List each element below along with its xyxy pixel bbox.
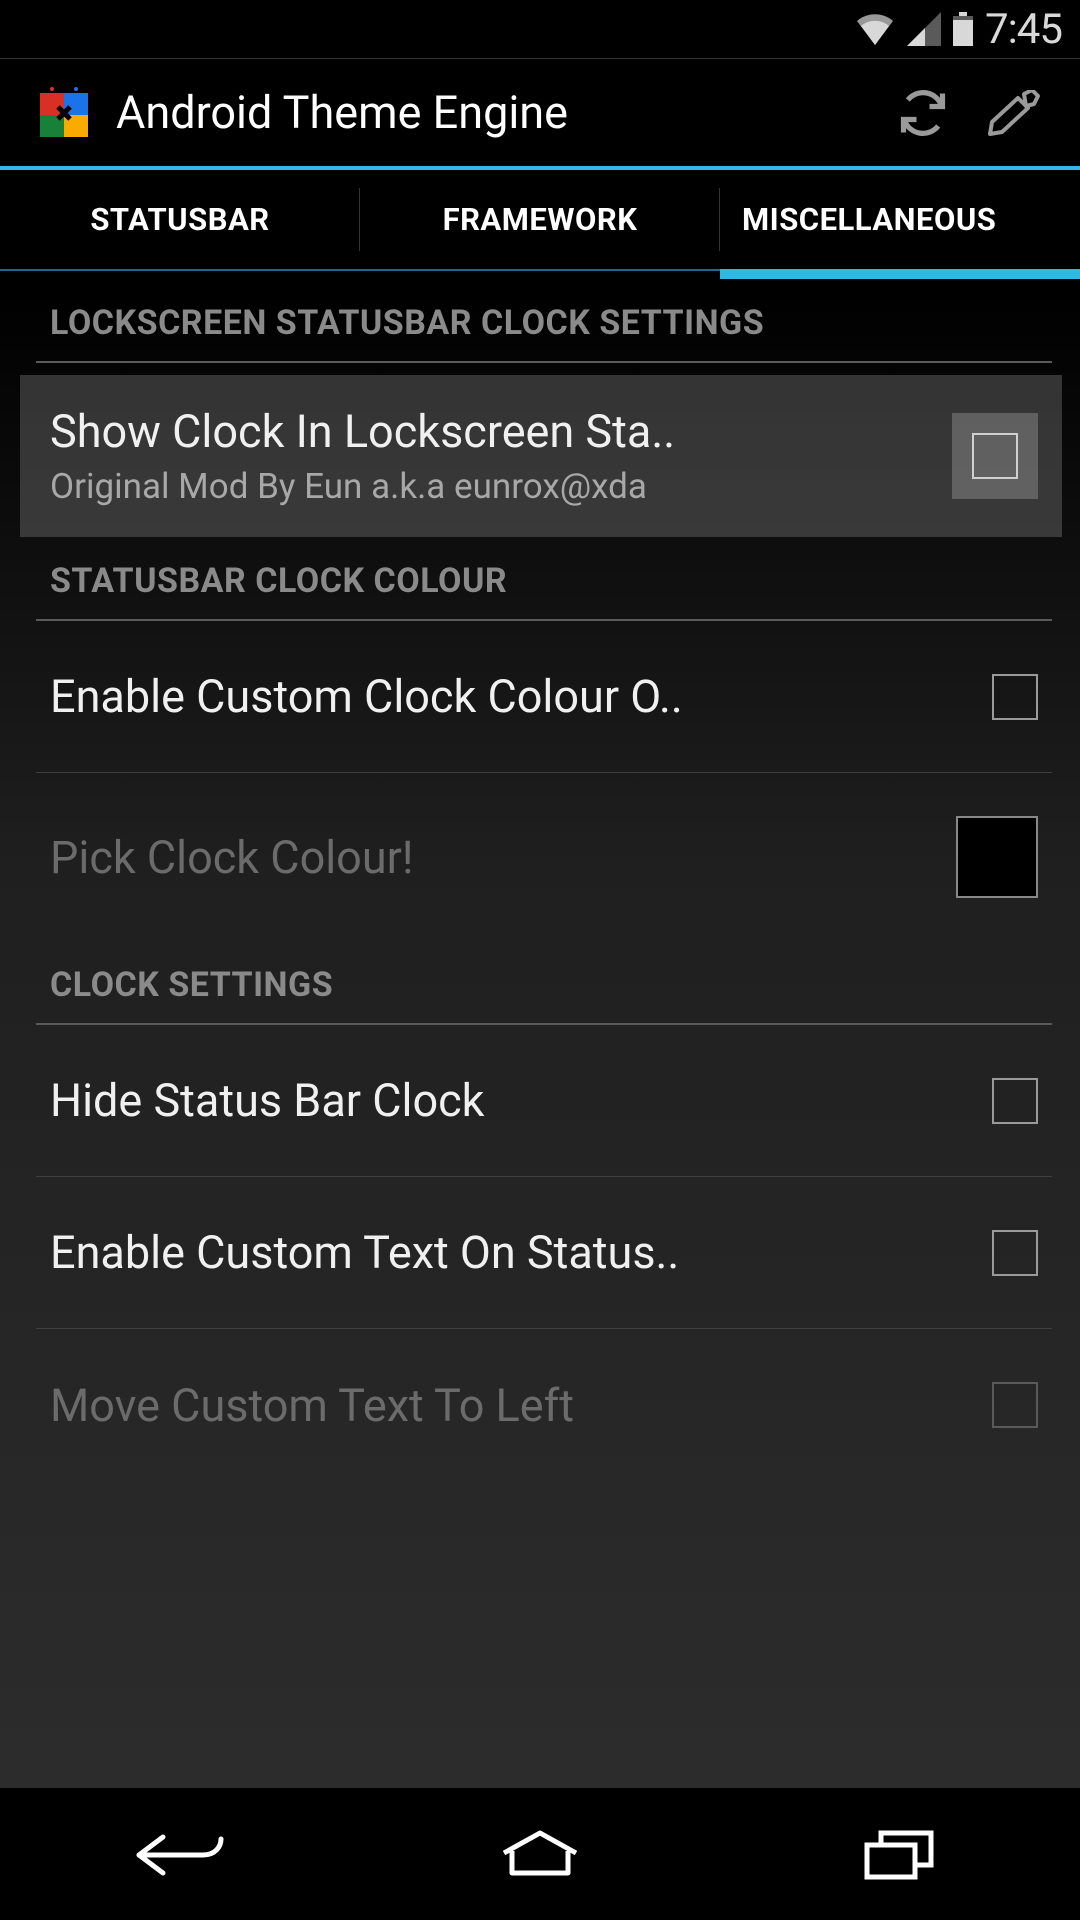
tab-label: FRAMEWORK bbox=[443, 201, 638, 238]
battery-icon bbox=[953, 12, 973, 46]
checkbox-icon bbox=[972, 433, 1018, 479]
item-title: Enable Custom Text On Status.. bbox=[50, 1226, 968, 1279]
back-button[interactable] bbox=[0, 1788, 360, 1920]
app-bar: Android Theme Engine bbox=[0, 58, 1080, 166]
item-title: Enable Custom Clock Colour O.. bbox=[50, 670, 968, 723]
setting-enable-clock-colour[interactable]: Enable Custom Clock Colour O.. bbox=[36, 621, 1052, 773]
app-title: Android Theme Engine bbox=[116, 86, 878, 139]
item-title: Pick Clock Colour! bbox=[50, 831, 932, 884]
home-button[interactable] bbox=[360, 1788, 720, 1920]
cellular-icon bbox=[907, 12, 941, 46]
checkbox-icon[interactable] bbox=[992, 674, 1038, 720]
section-header-clock-colour: STATUSBAR CLOCK COLOUR bbox=[36, 537, 1052, 621]
tab-label: MISCELLANEOUS bbox=[742, 201, 1058, 238]
color-swatch[interactable] bbox=[956, 816, 1038, 898]
checkbox-container[interactable] bbox=[952, 413, 1038, 499]
tab-statusbar[interactable]: STATUSBAR bbox=[0, 170, 360, 269]
setting-enable-custom-text[interactable]: Enable Custom Text On Status.. bbox=[36, 1177, 1052, 1329]
settings-button[interactable] bbox=[968, 73, 1058, 153]
item-subtitle: Original Mod By Eun a.k.a eunrox@xda bbox=[50, 466, 932, 507]
tab-label: STATUSBAR bbox=[90, 201, 269, 238]
app-logo-icon bbox=[36, 85, 92, 141]
section-header-clock-settings: CLOCK SETTINGS bbox=[36, 941, 1052, 1025]
tab-bar: STATUSBAR FRAMEWORK MISCELLANEOUS bbox=[0, 170, 1080, 269]
tab-miscellaneous[interactable]: MISCELLANEOUS bbox=[720, 170, 1080, 269]
wifi-icon bbox=[855, 13, 895, 45]
setting-hide-status-bar-clock[interactable]: Hide Status Bar Clock bbox=[36, 1025, 1052, 1177]
settings-content: LOCKSCREEN STATUSBAR CLOCK SETTINGS Show… bbox=[0, 279, 1080, 1788]
system-time: 7:45 bbox=[985, 5, 1062, 54]
section-header-lockscreen: LOCKSCREEN STATUSBAR CLOCK SETTINGS bbox=[36, 279, 1052, 363]
item-title: Move Custom Text To Left bbox=[50, 1379, 968, 1432]
item-title: Hide Status Bar Clock bbox=[50, 1074, 968, 1127]
setting-move-custom-text-left[interactable]: Move Custom Text To Left bbox=[36, 1329, 1052, 1481]
item-title: Show Clock In Lockscreen Sta.. bbox=[50, 405, 932, 458]
tab-indicator bbox=[0, 269, 1080, 279]
setting-show-clock-lockscreen[interactable]: Show Clock In Lockscreen Sta.. Original … bbox=[20, 375, 1062, 537]
system-status-bar: 7:45 bbox=[0, 0, 1080, 58]
checkbox-icon[interactable] bbox=[992, 1230, 1038, 1276]
checkbox-icon[interactable] bbox=[992, 1382, 1038, 1428]
setting-pick-clock-colour[interactable]: Pick Clock Colour! bbox=[36, 773, 1052, 941]
refresh-button[interactable] bbox=[878, 73, 968, 153]
recent-apps-button[interactable] bbox=[720, 1788, 1080, 1920]
navigation-bar bbox=[0, 1788, 1080, 1920]
tab-framework[interactable]: FRAMEWORK bbox=[360, 170, 720, 269]
checkbox-icon[interactable] bbox=[992, 1078, 1038, 1124]
